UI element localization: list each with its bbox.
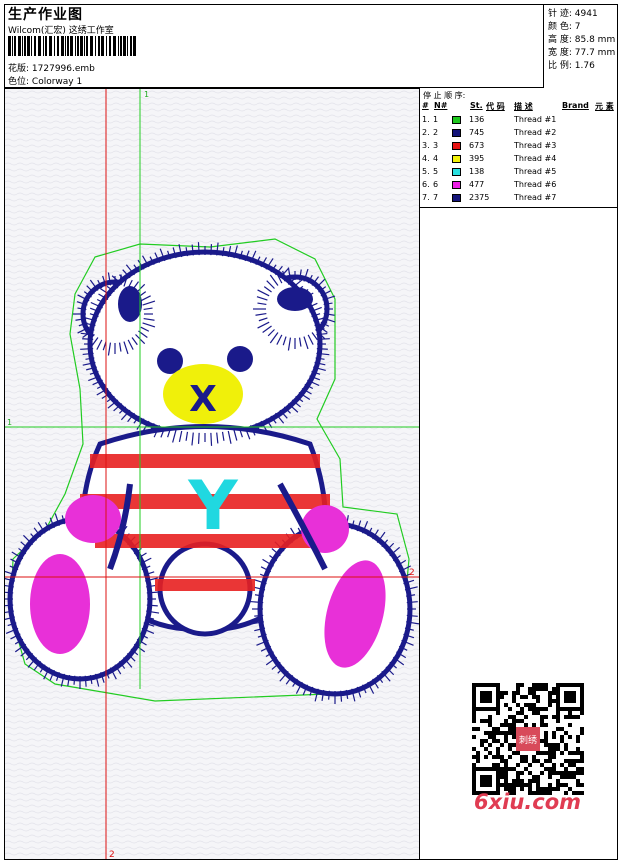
row-n: 6 — [433, 180, 439, 189]
colorway-line: 色位: Colorway 1 — [8, 74, 82, 87]
row-stitches: 136 — [469, 115, 485, 124]
row-n: 1 — [433, 115, 439, 124]
company-name: Wilcom(汇宏) 这绣工作室 — [8, 26, 114, 36]
stop-sequence-title: 停 止 顺 序: — [423, 91, 466, 100]
stat-value: 1.76 — [574, 61, 595, 71]
design-canvas: X Y 1 2 1 2 — [0, 88, 420, 860]
stop-sequence-panel: 停 止 顺 序: # N# St. 代 码 描 述 Brand 元 素 1. 1 1… — [419, 88, 618, 208]
watermark: 6xiu.com — [474, 790, 582, 814]
col-st: St. — [470, 101, 483, 110]
pattern-line: 花版: 1727996.emb — [8, 61, 95, 74]
stat-label: 比 例: — [548, 61, 572, 71]
left-foot-pad — [30, 554, 90, 654]
muzzle-letter: X — [189, 379, 217, 420]
stop-sequence-row: 2. 2 745 Thread #2 — [420, 127, 619, 140]
color-swatch — [452, 194, 461, 202]
col-desc: 描 述 — [514, 102, 533, 111]
stat-value: 7 — [574, 22, 581, 32]
row-desc: Thread #6 — [514, 180, 557, 189]
guide-label-v1: 1 — [144, 90, 149, 99]
stop-sequence-row: 7. 7 2375 Thread #7 — [420, 192, 619, 205]
row-num: 6. — [422, 180, 430, 189]
stat-label: 针 迹: — [548, 9, 572, 19]
col-code: 代 码 — [486, 102, 505, 111]
stat-colors: 颜 色: 7 — [548, 19, 581, 32]
row-stitches: 395 — [469, 154, 485, 163]
row-num: 2. — [422, 128, 430, 137]
qr-badge-text: 刺绣 — [519, 734, 537, 746]
qr-code: 刺绣 — [472, 683, 584, 795]
row-num: 5. — [422, 167, 430, 176]
barcode — [8, 36, 136, 56]
row-desc: Thread #1 — [514, 115, 557, 124]
row-desc: Thread #4 — [514, 154, 557, 163]
sheet-title: 生产作业图 — [8, 7, 83, 23]
color-swatch — [452, 129, 461, 137]
color-swatch — [452, 168, 461, 176]
color-swatch — [452, 155, 461, 163]
stop-sequence-row: 4. 4 395 Thread #4 — [420, 153, 619, 166]
row-stitches: 2375 — [469, 193, 490, 202]
guide-label-h2: 2 — [409, 568, 415, 578]
colorway-label: 色位: — [8, 77, 30, 87]
row-n: 5 — [433, 167, 439, 176]
row-desc: Thread #2 — [514, 128, 557, 137]
right-eye — [227, 346, 253, 372]
guide-label-h1: 1 — [7, 418, 12, 427]
stat-value: 85.8 mm — [574, 35, 616, 45]
embroidery-preview: X Y 1 2 1 2 — [0, 89, 420, 860]
row-desc: Thread #5 — [514, 167, 557, 176]
stat-value: 4941 — [574, 9, 598, 19]
stat-scale: 比 例: 1.76 — [548, 58, 595, 71]
row-num: 7. — [422, 193, 430, 202]
left-arm-pad — [65, 495, 121, 543]
row-stitches: 745 — [469, 128, 485, 137]
stop-sequence-row: 5. 5 138 Thread #5 — [420, 166, 619, 179]
row-num: 1. — [422, 115, 430, 124]
guide-label-v2: 2 — [109, 850, 115, 859]
pattern-value: 1727996.emb — [31, 64, 95, 74]
stop-sequence-row: 6. 6 477 Thread #6 — [420, 179, 619, 192]
qr-code-image: 刺绣 — [472, 683, 584, 795]
row-stitches: 477 — [469, 180, 485, 189]
col-n: N# — [434, 101, 448, 110]
row-n: 2 — [433, 128, 439, 137]
stop-sequence-row: 1. 1 136 Thread #1 — [420, 114, 619, 127]
row-n: 3 — [433, 141, 439, 150]
row-num: 3. — [422, 141, 430, 150]
shirt-letter: Y — [187, 467, 238, 546]
stat-label: 宽 度: — [548, 48, 572, 58]
color-swatch — [452, 181, 461, 189]
stat-stitches: 针 迹: 4941 — [548, 6, 598, 19]
row-stitches: 673 — [469, 141, 485, 150]
stat-value: 77.7 mm — [574, 48, 616, 58]
row-stitches: 138 — [469, 167, 485, 176]
stat-width: 宽 度: 77.7 mm — [548, 45, 615, 58]
row-desc: Thread #3 — [514, 141, 557, 150]
stat-label: 高 度: — [548, 35, 572, 45]
row-num: 4. — [422, 154, 430, 163]
stat-height: 高 度: 85.8 mm — [548, 32, 615, 45]
pattern-label: 花版: — [8, 64, 30, 74]
col-brand: Brand — [562, 101, 589, 110]
row-n: 4 — [433, 154, 439, 163]
col-num: # — [422, 101, 429, 110]
stop-sequence-row: 3. 3 673 Thread #3 — [420, 140, 619, 153]
color-swatch — [452, 116, 461, 124]
row-n: 7 — [433, 193, 439, 202]
colorway-value: Colorway 1 — [31, 77, 83, 87]
col-element: 元 素 — [595, 102, 614, 111]
row-desc: Thread #7 — [514, 193, 557, 202]
right-arm-pad — [301, 505, 349, 553]
stat-label: 颜 色: — [548, 22, 572, 32]
color-swatch — [452, 142, 461, 150]
right-inner-ear — [277, 287, 313, 311]
left-inner-ear — [118, 286, 142, 322]
stats-panel: 针 迹: 4941 颜 色: 7 高 度: 85.8 mm 宽 度: 77.7 … — [544, 4, 618, 88]
